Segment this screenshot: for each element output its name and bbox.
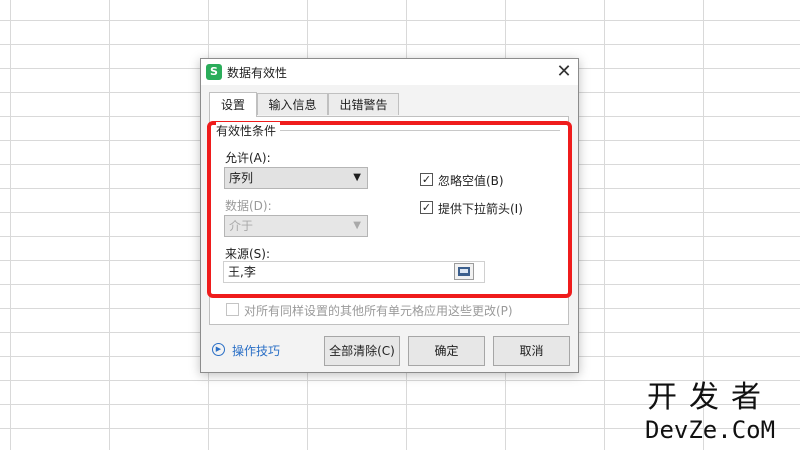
site-watermark: 开发者 DevZe.CoM xyxy=(645,380,775,444)
wps-sheet-icon: S xyxy=(206,64,222,80)
apply-all-checkbox[interactable] xyxy=(226,303,239,316)
apply-all-label: 对所有同样设置的其他所有单元格应用这些更改(P) xyxy=(244,304,513,318)
play-circle-icon: ▶ xyxy=(212,343,225,356)
ignore-blank-label: 忽略空值(B) xyxy=(438,174,504,188)
allow-value: 序列 xyxy=(229,171,254,185)
watermark-en: DevZe.CoM xyxy=(645,416,776,444)
validation-criteria-title: 有效性条件 xyxy=(216,122,281,139)
data-validation-dialog: S 数据有效性 ✕ 设置 输入信息 出错警告 有效性条件 允许(A): 序列 ▼… xyxy=(200,58,579,373)
close-icon[interactable]: ✕ xyxy=(553,61,575,83)
range-select-button[interactable] xyxy=(454,263,474,280)
allow-select[interactable]: 序列 ▼ xyxy=(224,167,368,189)
clear-all-button[interactable]: 全部清除(C) xyxy=(324,336,400,366)
data-value: 介于 xyxy=(229,219,254,233)
ignore-blank-checkbox[interactable]: ✓ xyxy=(420,173,433,186)
ok-button[interactable]: 确定 xyxy=(408,336,485,366)
dialog-title: 数据有效性 xyxy=(227,66,288,80)
title-bar: S 数据有效性 ✕ xyxy=(201,59,578,85)
cancel-button[interactable]: 取消 xyxy=(493,336,570,366)
tab-settings[interactable]: 设置 xyxy=(209,92,257,117)
source-label: 来源(S): xyxy=(225,247,271,261)
tab-input-message[interactable]: 输入信息 xyxy=(257,93,328,115)
range-picker-icon xyxy=(458,267,470,276)
tab-error-alert[interactable]: 出错警告 xyxy=(328,93,399,115)
data-select[interactable]: 介于 ▼ xyxy=(224,215,368,237)
help-link-label: 操作技巧 xyxy=(232,344,281,358)
chevron-down-icon: ▼ xyxy=(353,220,361,231)
watermark-cn: 开发者 xyxy=(647,380,774,415)
data-label: 数据(D): xyxy=(225,199,272,213)
chevron-down-icon: ▼ xyxy=(353,172,361,183)
dropdown-arrow-label: 提供下拉箭头(I) xyxy=(438,202,523,216)
dropdown-arrow-checkbox[interactable]: ✓ xyxy=(420,201,433,214)
source-input[interactable]: 王,李 xyxy=(223,261,485,283)
allow-label: 允许(A): xyxy=(225,151,271,165)
settings-panel: 有效性条件 允许(A): 序列 ▼ 数据(D): 介于 ▼ ✓ 忽略空值(B) … xyxy=(209,116,569,325)
